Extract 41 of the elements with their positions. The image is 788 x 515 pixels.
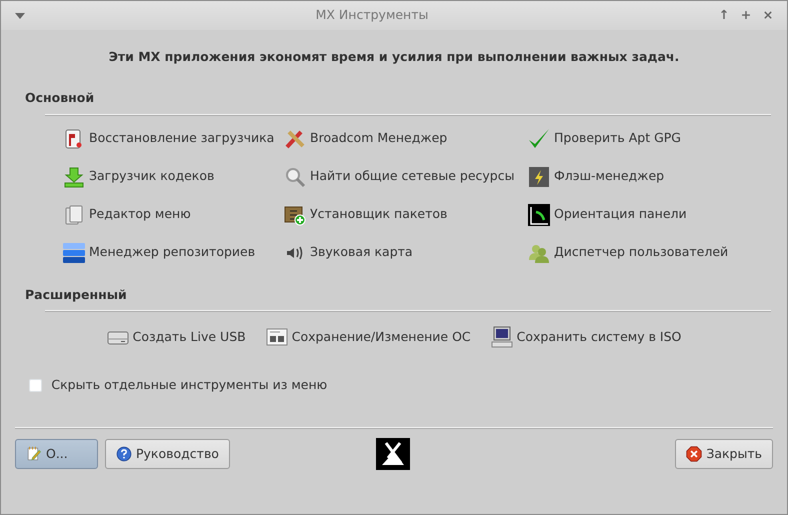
tool-link[interactable]: Broadcom Менеджер: [310, 129, 448, 148]
close-icon[interactable]: ×: [757, 6, 779, 25]
tool-link[interactable]: Флэш-менеджер: [554, 167, 664, 186]
search-icon[interactable]: [284, 166, 306, 188]
section-heading: Основной: [25, 88, 96, 107]
tool-link[interactable]: Установщик пакетов: [310, 205, 448, 224]
tool-link[interactable]: Сохранение/Изменение ОС: [292, 328, 471, 347]
tool-link[interactable]: Создать Live USB: [132, 328, 246, 347]
minimize-icon[interactable]: ↑: [713, 6, 735, 25]
tool-link[interactable]: Редактор меню: [89, 205, 191, 224]
tool-link[interactable]: Загрузчик кодеков: [89, 167, 214, 186]
tool-link[interactable]: Сохранить систему в ISO: [516, 328, 682, 347]
tool-link[interactable]: Проверить Apt GPG: [554, 129, 681, 148]
computer-icon[interactable]: [490, 326, 513, 348]
close-icon: [686, 446, 702, 462]
pages-icon[interactable]: [63, 204, 85, 226]
window-icon[interactable]: [266, 326, 288, 348]
panel-icon[interactable]: [528, 204, 550, 226]
tool-link[interactable]: Ориентация панели: [554, 205, 687, 224]
tool-link[interactable]: Диспетчер пользователей: [554, 243, 728, 262]
intro-text: Эти MX приложения экономят время и усилия при выполнении важных задач.: [108, 48, 680, 66]
tool-link[interactable]: Восстановление загрузчика: [89, 129, 274, 148]
checkbox-label[interactable]: Скрыть отдельные инструменты из меню: [51, 376, 328, 395]
close-button[interactable]: Закрыть: [675, 439, 773, 469]
about-button[interactable]: О...: [15, 439, 98, 469]
download-icon[interactable]: [63, 166, 85, 188]
section-heading: Расширенный: [25, 286, 128, 304]
maximize-icon[interactable]: +: [735, 6, 757, 25]
tool-link[interactable]: Менеджер репозиториев: [89, 243, 256, 262]
window-title: MX Инструменты: [314, 6, 430, 24]
lightning-icon[interactable]: [528, 166, 550, 188]
package-icon[interactable]: [284, 204, 306, 226]
manual-button[interactable]: Руководство: [105, 439, 230, 469]
logo-icon: [376, 438, 410, 470]
tool-link[interactable]: Найти общие сетевые ресурсы: [310, 167, 514, 186]
checkbox[interactable]: [29, 379, 42, 392]
stack-icon[interactable]: [63, 242, 85, 264]
tools-icon[interactable]: [284, 128, 306, 150]
help-icon: [116, 446, 132, 462]
notepad-icon: [26, 446, 42, 462]
tool-link[interactable]: Звуковая карта: [310, 243, 413, 262]
